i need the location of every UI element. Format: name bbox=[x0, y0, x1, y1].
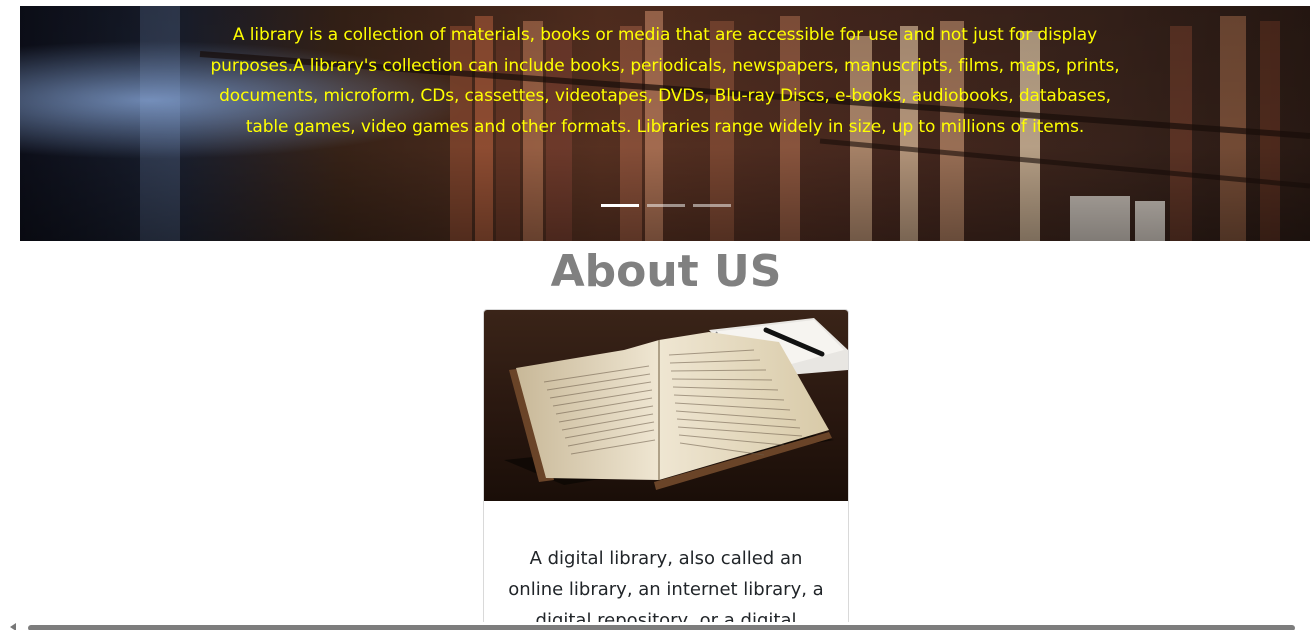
about-card: A digital library, also called an online… bbox=[483, 309, 849, 630]
carousel-indicator-3[interactable] bbox=[693, 204, 731, 207]
about-title: About US bbox=[550, 246, 782, 297]
horizontal-scrollbar-thumb[interactable] bbox=[28, 625, 1295, 630]
about-card-text: A digital library, also called an online… bbox=[508, 548, 824, 630]
page: A library is a collection of materials, … bbox=[0, 0, 1310, 630]
open-book-image bbox=[484, 310, 848, 501]
carousel-indicator-1[interactable] bbox=[601, 204, 639, 207]
carousel-indicator-2[interactable] bbox=[647, 204, 685, 207]
carousel-caption: A library is a collection of materials, … bbox=[210, 25, 1120, 137]
scroll-left-arrow-icon[interactable] bbox=[10, 623, 16, 630]
hero-carousel[interactable]: A library is a collection of materials, … bbox=[20, 6, 1310, 241]
carousel-indicators bbox=[601, 204, 731, 207]
